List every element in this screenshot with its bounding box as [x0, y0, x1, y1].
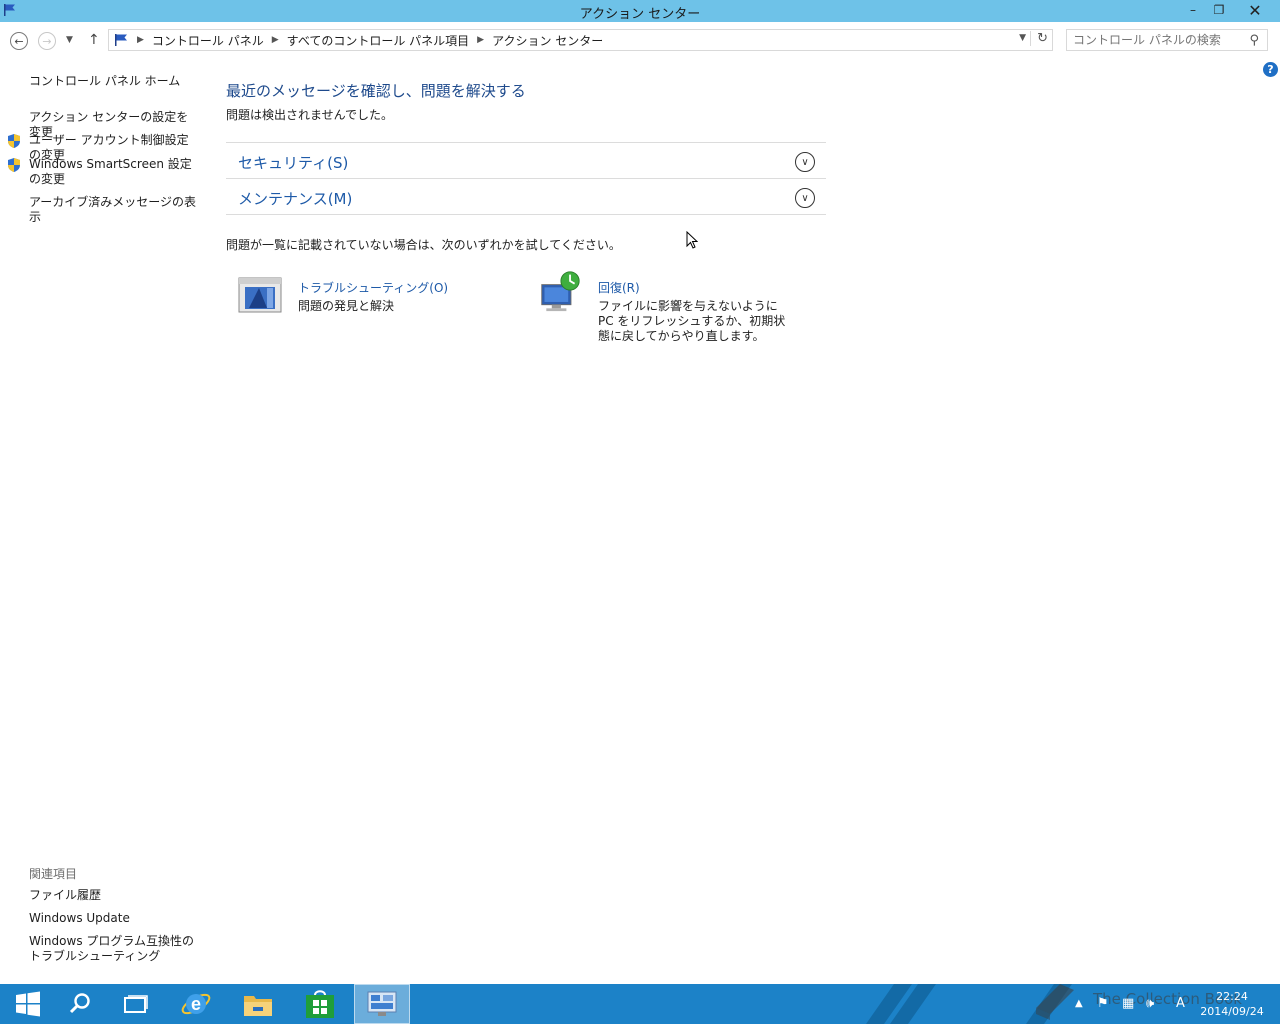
action-center-flag-icon [115, 34, 127, 46]
related-link-windows-update[interactable]: Windows Update [29, 911, 199, 926]
arrow-left-icon: ← [14, 34, 24, 48]
svg-text:e: e [191, 994, 201, 1014]
taskbar-control-panel[interactable] [354, 984, 410, 1024]
recovery-description: ファイルに影響を与えないように PC をリフレッシュするか、初期状態に戻してから… [598, 299, 786, 343]
recovery-link[interactable]: 回復(R) [598, 279, 640, 296]
recovery-icon[interactable] [537, 270, 583, 312]
forward-button[interactable]: → [38, 32, 56, 50]
mouse-cursor-icon [686, 231, 698, 249]
task-view-button[interactable] [108, 984, 164, 1024]
chevron-down-icon[interactable]: ∨ [795, 152, 815, 172]
tray-volume-icon[interactable]: 🕪 [1146, 996, 1154, 1011]
search-box[interactable]: ⚲ [1066, 29, 1268, 51]
uac-shield-icon [8, 158, 20, 172]
status-message: 問題は検出されませんでした。 [226, 108, 394, 122]
window-title: アクション センター [579, 7, 701, 22]
task-view-icon [124, 995, 148, 1013]
refresh-icon[interactable]: ↻ [1030, 31, 1048, 46]
breadcrumb-control-panel[interactable]: コントロール パネル [152, 32, 264, 49]
control-panel-icon [367, 991, 397, 1016]
section-security[interactable]: セキュリティ(S) ∨ [226, 142, 826, 178]
breadcrumb-separator-icon[interactable]: ▶ [272, 35, 279, 45]
section-maintenance[interactable]: メンテナンス(M) ∨ [226, 178, 826, 214]
search-button[interactable] [52, 984, 108, 1024]
breadcrumb-separator-icon[interactable]: ▶ [137, 35, 144, 45]
start-icon [16, 991, 40, 1017]
divider [226, 214, 826, 215]
breadcrumb-action-center[interactable]: アクション センター [492, 32, 603, 49]
troubleshooting-icon[interactable] [237, 274, 283, 316]
breadcrumb-all-items[interactable]: すべてのコントロール パネル項目 [287, 32, 470, 49]
address-dropdown-icon[interactable]: ▼ [1019, 33, 1026, 43]
navigation-bar: ← → ▼ ↑ ▶ コントロール パネル ▶ すべてのコントロール パネル項目 … [0, 22, 1280, 58]
up-button[interactable]: ↑ [88, 32, 100, 48]
recent-locations-chevron-icon[interactable]: ▼ [66, 35, 73, 45]
taskbar-store[interactable] [292, 984, 348, 1024]
minimize-button[interactable]: – [1180, 0, 1206, 20]
related-link-file-history[interactable]: ファイル履歴 [29, 888, 199, 903]
clock-date: 2014/09/24 [1200, 1005, 1264, 1018]
search-input[interactable] [1073, 33, 1243, 47]
chevron-down-icon[interactable]: ∨ [795, 188, 815, 208]
uac-shield-icon [8, 134, 20, 148]
troubleshooting-description: 問題の発見と解決 [298, 299, 395, 313]
related-link-compatibility-troubleshooter[interactable]: Windows プログラム互換性のトラブルシューティング [29, 934, 199, 964]
sidebar-link-smartscreen-settings[interactable]: Windows SmartScreen 設定の変更 [29, 157, 199, 187]
taskbar-file-explorer[interactable] [230, 984, 286, 1024]
tray-network-icon[interactable]: ▦ [1122, 996, 1134, 1011]
store-icon [306, 990, 334, 1018]
sidebar-link-archived-messages[interactable]: アーカイブ済みメッセージの表示 [29, 195, 199, 225]
page-title: 最近のメッセージを確認し、問題を解決する [226, 82, 526, 100]
clock-time: 22:24 [1216, 990, 1248, 1003]
tray-overflow-chevron-icon[interactable]: ▲ [1075, 998, 1083, 1009]
back-button[interactable]: ← [10, 32, 28, 50]
close-button[interactable]: ✕ [1234, 0, 1276, 20]
search-icon [69, 993, 90, 1014]
address-bar[interactable]: ▶ コントロール パネル ▶ すべてのコントロール パネル項目 ▶ アクション … [108, 29, 1053, 51]
search-icon[interactable]: ⚲ [1249, 33, 1259, 48]
breadcrumb-separator-icon[interactable]: ▶ [477, 35, 484, 45]
maximize-button[interactable]: ❐ [1206, 0, 1232, 20]
taskbar-clock[interactable]: 22:24 2014/09/24 [1200, 989, 1264, 1019]
tray-action-center-flag-icon[interactable]: ⚑ [1097, 996, 1109, 1011]
hint-text: 問題が一覧に記載されていない場合は、次のいずれかを試してください。 [226, 238, 621, 252]
taskbar: e The Collection Book ▲ ⚑ ▦ 🕪 A 22:24 20… [0, 984, 1280, 1024]
sidebar-link-control-panel-home[interactable]: コントロール パネル ホーム [29, 74, 199, 89]
internet-explorer-icon: e [181, 993, 211, 1015]
section-maintenance-label[interactable]: メンテナンス(M) [238, 188, 352, 209]
section-security-label[interactable]: セキュリティ(S) [238, 152, 348, 173]
arrow-right-icon: → [42, 34, 52, 48]
file-explorer-icon [244, 996, 272, 1016]
related-heading: 関連項目 [29, 867, 78, 881]
troubleshooting-link[interactable]: トラブルシューティング(O) [298, 279, 448, 296]
arrow-up-icon: ↑ [88, 32, 100, 48]
title-bar: アクション センター – ❐ ✕ [0, 0, 1280, 22]
ime-indicator[interactable]: A [1176, 996, 1185, 1011]
help-button[interactable]: ? [1263, 62, 1278, 77]
taskbar-internet-explorer[interactable]: e [168, 984, 224, 1024]
start-button[interactable] [0, 984, 56, 1024]
watermark-book-icon [1036, 984, 1074, 1020]
